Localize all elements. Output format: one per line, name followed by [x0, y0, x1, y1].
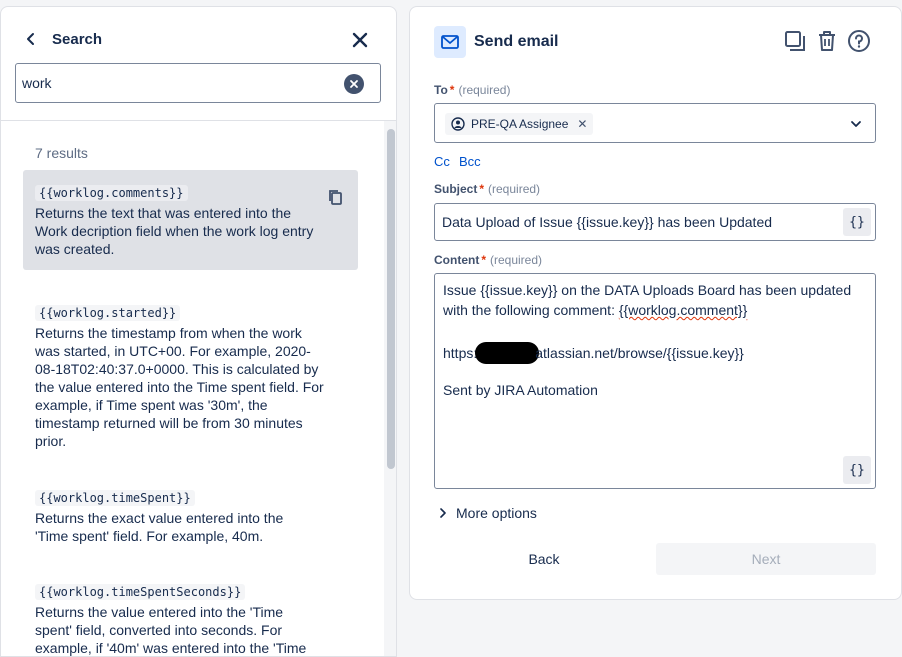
subject-input[interactable]: Data Upload of Issue {{issue.key}} has b… — [434, 203, 876, 241]
content-label-text: Content — [434, 253, 480, 267]
content-required-text: (required) — [490, 253, 543, 267]
duplicate-button[interactable] — [782, 28, 808, 54]
subject-value: Data Upload of Issue {{issue.key}} has b… — [442, 214, 773, 230]
content-line-2: with the following comment: {{worklog.co… — [443, 302, 747, 318]
trash-icon — [819, 31, 835, 51]
result-code: {{worklog.started}} — [35, 305, 181, 321]
result-description: Returns the text that was entered into t… — [35, 205, 314, 257]
search-header: Search — [1, 7, 396, 121]
duplicate-icon — [785, 31, 805, 51]
results-list: 7 results {{worklog.comments}} Returns t… — [1, 121, 384, 656]
redaction-mark — [475, 342, 540, 364]
close-icon — [352, 32, 368, 48]
search-input[interactable] — [22, 72, 332, 94]
bcc-link[interactable]: Bcc — [459, 154, 481, 169]
to-label: To * (required) — [434, 83, 511, 97]
recipient-chip: PRE-QA Assignee ✕ — [445, 113, 594, 135]
user-circle-icon — [451, 117, 465, 131]
result-code: {{worklog.timeSpent}} — [35, 490, 195, 506]
close-button[interactable] — [347, 27, 373, 53]
content-label: Content * (required) — [434, 253, 543, 267]
content-textarea[interactable]: Issue {{issue.key}} on the DATA Uploads … — [434, 273, 876, 489]
result-description: Returns the timestamp from when the work… — [35, 325, 324, 449]
help-icon — [848, 30, 870, 52]
scrollbar-thumb[interactable] — [387, 129, 395, 469]
next-button[interactable]: Next — [656, 543, 876, 575]
panel-title: Send email — [474, 33, 559, 50]
to-label-text: To — [434, 83, 448, 97]
result-item[interactable]: {{worklog.timeSpent}} Returns the exact … — [23, 475, 358, 557]
copy-icon[interactable] — [326, 188, 346, 208]
to-required-text: (required) — [458, 83, 511, 97]
content-variable: {{worklog.comment}} — [618, 302, 748, 318]
content-smart-value-button[interactable]: {} — [843, 456, 871, 484]
subject-smart-value-button[interactable]: {} — [843, 208, 871, 236]
result-item[interactable]: {{worklog.started}} Returns the timestam… — [23, 290, 358, 462]
result-code: {{worklog.comments}} — [35, 185, 188, 201]
help-button[interactable] — [846, 28, 872, 54]
search-panel: Search 7 results {{worklog.comments}} Re… — [0, 6, 397, 657]
search-field — [15, 63, 381, 103]
subject-label-text: Subject — [434, 182, 478, 196]
clear-search-button[interactable] — [344, 74, 364, 94]
content-signature: Sent by JIRA Automation — [443, 382, 598, 398]
url-prefix: https: — [443, 345, 478, 361]
more-options-label: More options — [456, 505, 537, 521]
more-options-toggle[interactable]: More options — [438, 505, 537, 521]
result-item[interactable]: {{worklog.timeSpentSeconds}} Returns the… — [23, 569, 358, 656]
results-count: 7 results — [35, 145, 88, 161]
subject-label: Subject * (required) — [434, 182, 541, 196]
delete-button[interactable] — [814, 28, 840, 54]
content-url-line: https: atlassian.net/browse/{{issue.key}} — [443, 342, 744, 364]
recipient-label: PRE-QA Assignee — [471, 117, 569, 131]
search-title: Search — [52, 31, 103, 48]
subject-required-text: (required) — [488, 182, 541, 196]
back-arrow-button[interactable] — [19, 27, 43, 51]
chevron-left-icon — [27, 33, 34, 45]
clear-icon — [350, 80, 358, 88]
results-scrollbar[interactable] — [384, 121, 396, 656]
chevron-down-icon — [851, 121, 861, 127]
remove-recipient-icon[interactable]: ✕ — [577, 117, 587, 131]
result-description: Returns the value entered into the 'Time… — [35, 604, 307, 656]
cc-link[interactable]: Cc — [434, 154, 450, 169]
chevron-right-icon — [440, 508, 446, 518]
back-button[interactable]: Back — [434, 543, 654, 575]
send-email-panel: Send email To * (required) PRE-QA Assignee… — [409, 6, 902, 600]
result-description: Returns the exact value entered into the… — [35, 510, 284, 544]
content-line-1: Issue {{issue.key}} on the DATA Uploads … — [443, 282, 852, 298]
url-suffix: atlassian.net/browse/{{issue.key}} — [535, 345, 744, 361]
result-item[interactable]: {{worklog.comments}} Returns the text th… — [23, 170, 358, 270]
to-select[interactable]: PRE-QA Assignee ✕ — [434, 103, 876, 143]
mail-icon — [434, 26, 466, 58]
content-line-2-prefix: with the following comment: — [443, 302, 619, 318]
result-code: {{worklog.timeSpentSeconds}} — [35, 584, 246, 600]
